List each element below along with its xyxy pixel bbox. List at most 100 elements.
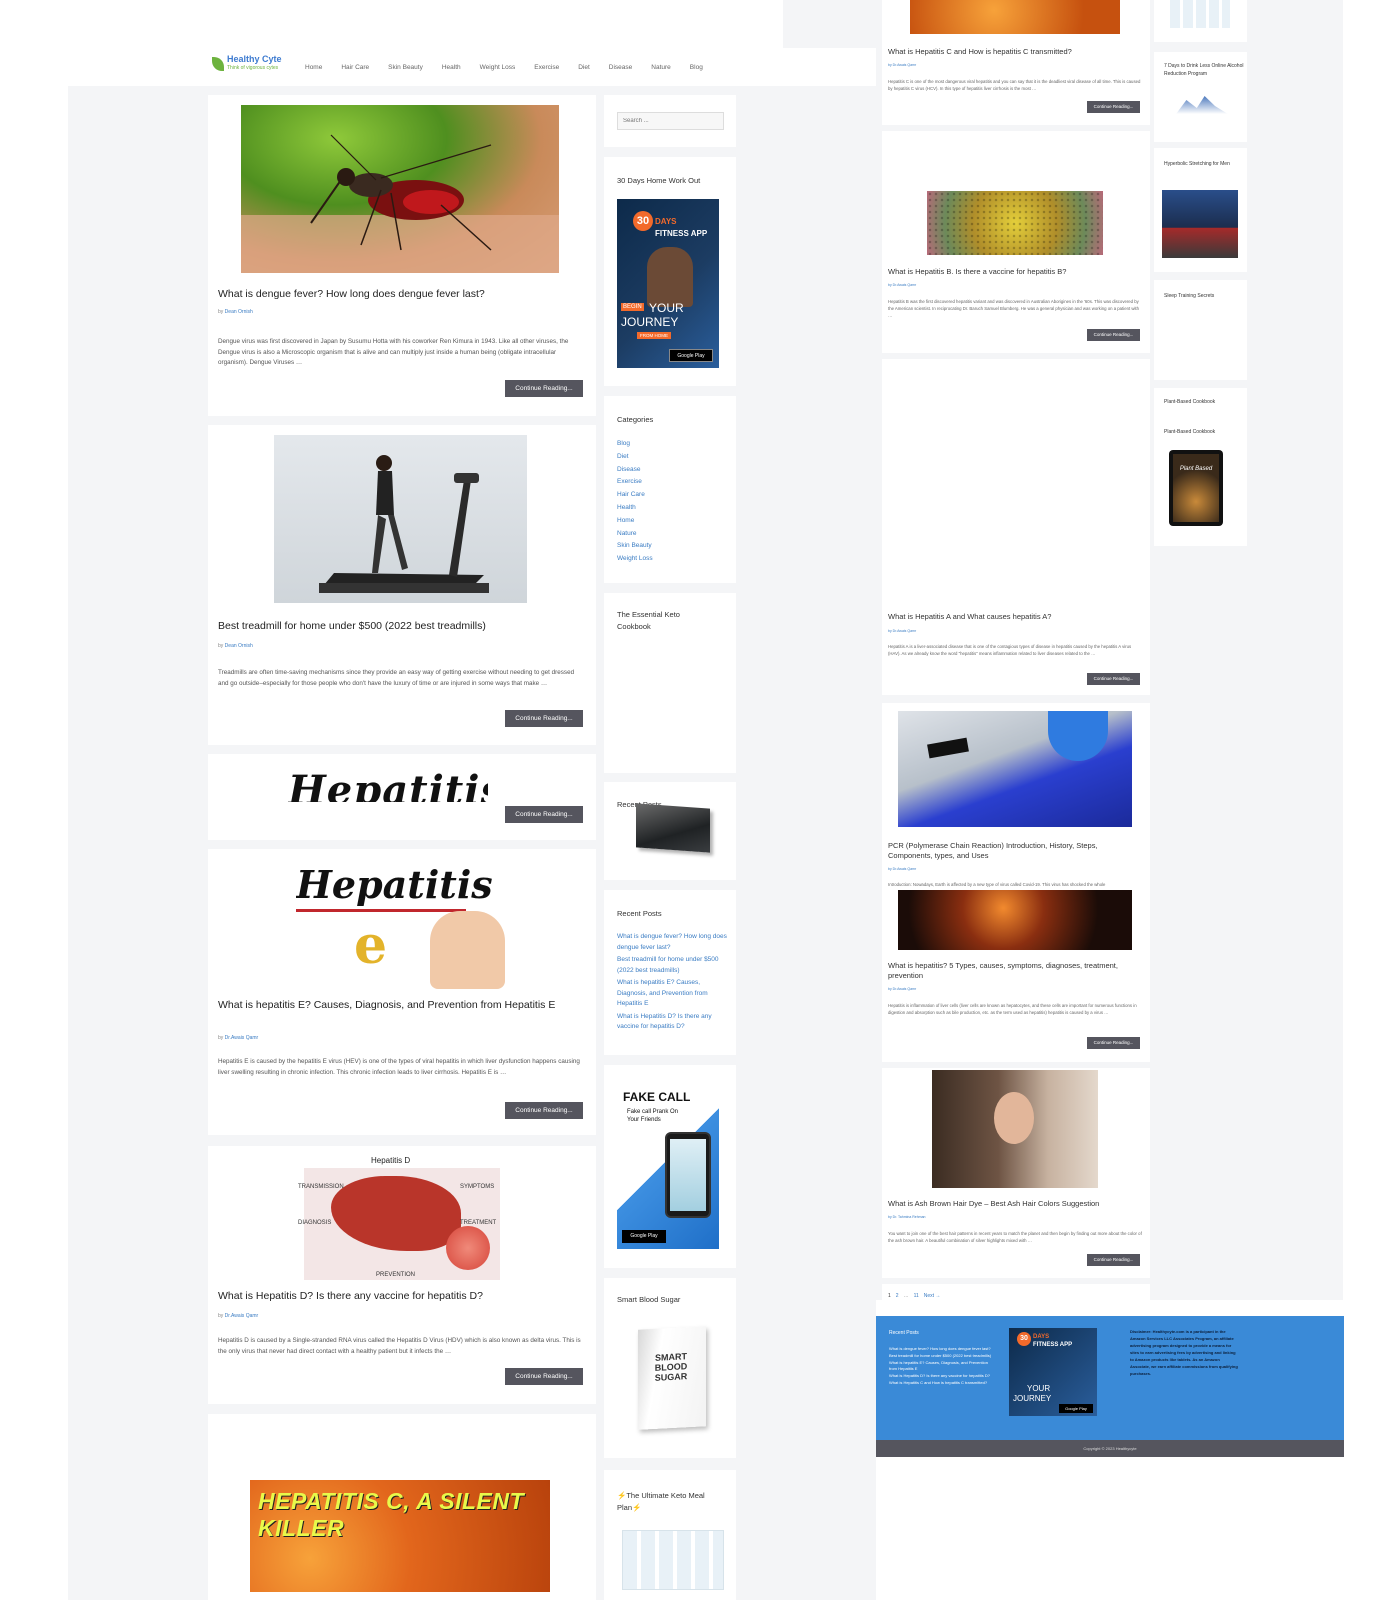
pcr-image[interactable]	[898, 711, 1132, 827]
ash-brown-hair-image[interactable]	[932, 1070, 1098, 1188]
post-title[interactable]: Best treadmill for home under $500 (2022…	[218, 620, 588, 633]
continue-reading-button[interactable]: Continue Reading...	[1087, 1037, 1140, 1049]
category-link[interactable]: Diet	[617, 451, 653, 464]
category-link[interactable]: Exercise	[617, 476, 653, 489]
nav-hair-care[interactable]: Hair Care	[341, 64, 369, 71]
post-title[interactable]: What is Hepatitis C and How is hepatitis…	[888, 47, 1143, 57]
nav-home[interactable]: Home	[305, 64, 322, 71]
nav-disease[interactable]: Disease	[609, 64, 632, 71]
post-title[interactable]: What is Hepatitis A and What causes hepa…	[888, 612, 1143, 622]
fake-call-ad[interactable]: FAKE CALL Fake call Prank On Your Friend…	[617, 1080, 719, 1249]
category-link[interactable]: Home	[617, 515, 653, 528]
continue-reading-button[interactable]: Continue Reading...	[505, 380, 583, 397]
fake-call-title: FAKE CALL	[623, 1090, 691, 1104]
recent-post-link[interactable]: What is dengue fever? How long does deng…	[617, 932, 727, 953]
nav-exercise[interactable]: Exercise	[534, 64, 559, 71]
post-author[interactable]: Dr.Awais Qamr	[225, 1313, 259, 1319]
hepatitis-c-thumb[interactable]	[910, 0, 1120, 34]
nav-health[interactable]: Health	[442, 64, 461, 71]
hepatitis-c-banner-text: HEPATITIS C, A SILENT KILLER	[258, 1488, 525, 1541]
post-title[interactable]: What is hepatitis E? Causes, Diagnosis, …	[218, 999, 588, 1012]
post-byline[interactable]: by Dr.Awais Qamr	[888, 63, 916, 67]
post-byline[interactable]: by Dr.Awais Qamr	[888, 987, 916, 991]
category-link[interactable]: Health	[617, 502, 653, 515]
recent-post-link[interactable]: What is hepatitis E? Causes, Diagnosis, …	[617, 978, 727, 1010]
post-author[interactable]: Dr.Awais Qamr	[225, 1035, 259, 1041]
blood-sugar-book[interactable]: SMART BLOOD SUGAR	[638, 1326, 706, 1430]
widget-title: Hyperbolic Stretching for Men	[1164, 161, 1230, 167]
category-link[interactable]: Disease	[617, 464, 653, 477]
footer-recent-link[interactable]: What is hepatitis E? Causes, Diagnosis, …	[889, 1360, 993, 1372]
category-link[interactable]: Hair Care	[617, 489, 653, 502]
post-author[interactable]: Dean Ornish	[225, 309, 253, 315]
hepatitis-b-image[interactable]	[927, 191, 1103, 255]
post-byline[interactable]: by Dr. Tahmina Rehman	[888, 1215, 925, 1219]
alcohol-program-logo[interactable]	[1176, 96, 1228, 114]
hepatitis-d-image[interactable]: Hepatitis D TRANSMISSION SYMPTOMS DIAGNO…	[296, 1156, 500, 1282]
google-play-badge[interactable]: Google Play	[622, 1230, 666, 1243]
portrait-face	[994, 1092, 1034, 1144]
category-link[interactable]: Weight Loss	[617, 553, 653, 566]
post-author[interactable]: Dean Ornish	[225, 643, 253, 649]
continue-reading-button[interactable]: Continue Reading...	[505, 1368, 583, 1385]
post-title[interactable]: What is Hepatitis D? Is there any vaccin…	[218, 1290, 588, 1303]
footer-recent-link[interactable]: What is Hepatitis C and How is hepatitis…	[889, 1380, 993, 1386]
image-label-title: Hepatitis D	[371, 1156, 411, 1165]
post-card: What is dengue fever? How long does deng…	[208, 95, 596, 416]
plant-cookbook-tablet[interactable]: Plant Based	[1169, 450, 1223, 526]
google-play-badge[interactable]: Google Play	[669, 349, 713, 362]
nav-diet[interactable]: Diet	[578, 64, 590, 71]
treadmill-image[interactable]	[274, 435, 527, 603]
stretch-product-image[interactable]	[1162, 190, 1238, 258]
fitness-app-ad[interactable]: 30 DAYS FITNESS APP BEGIN YOUR JOURNEY F…	[617, 199, 719, 368]
continue-reading-button[interactable]: Continue Reading...	[505, 1102, 583, 1119]
site-logo[interactable]: Healthy Cyte Think of vigorous cytes	[212, 54, 282, 71]
post-title[interactable]: What is Ash Brown Hair Dye – Best Ash Ha…	[888, 1199, 1143, 1209]
fake-call-widget: FAKE CALL Fake call Prank On Your Friend…	[604, 1065, 736, 1268]
continue-reading-button[interactable]: Continue Reading...	[505, 806, 583, 823]
search-input[interactable]	[617, 112, 724, 130]
meal-plan-image[interactable]	[622, 1530, 724, 1590]
hepatitis-c-image[interactable]: HEPATITIS C, A SILENT KILLER	[250, 1480, 550, 1592]
mosquito-image[interactable]	[241, 105, 559, 273]
category-link[interactable]: Nature	[617, 528, 653, 541]
page-link[interactable]: 2	[896, 1293, 899, 1299]
page-next[interactable]: Next →	[924, 1293, 941, 1299]
footer-recent-link[interactable]: What is dengue fever? How long does deng…	[889, 1346, 993, 1352]
recent-posts-list: What is dengue fever? How long does deng…	[617, 932, 727, 1033]
footer-fitness-ad[interactable]: 30 DAYS FITNESS APP YOUR JOURNEY Google …	[1009, 1328, 1097, 1416]
book-image[interactable]	[636, 803, 710, 853]
google-play-badge[interactable]: Google Play	[1059, 1404, 1093, 1413]
nav-nature[interactable]: Nature	[651, 64, 671, 71]
footer-recent-link[interactable]: What is Hepatitis D? Is there any vaccin…	[889, 1373, 993, 1379]
widget-title: Smart Blood Sugar	[617, 1295, 681, 1304]
nav-weight-loss[interactable]: Weight Loss	[480, 64, 516, 71]
category-link[interactable]: Skin Beauty	[617, 540, 653, 553]
ad-begin: BEGIN	[621, 303, 644, 311]
continue-reading-button[interactable]: Continue Reading...	[505, 710, 583, 727]
post-title[interactable]: PCR (Polymerase Chain Reaction) Introduc…	[888, 841, 1143, 861]
post-excerpt: Hepatitis B was the first discovered hep…	[888, 299, 1140, 318]
post-byline[interactable]: by Dr.Awais Qamr	[888, 629, 916, 633]
nav-skin-beauty[interactable]: Skin Beauty	[388, 64, 423, 71]
continue-reading-button[interactable]: Continue Reading...	[1087, 673, 1140, 685]
post-card: Hepatitis D TRANSMISSION SYMPTOMS DIAGNO…	[208, 1146, 596, 1404]
keto-plan-thumb[interactable]	[1170, 0, 1230, 28]
continue-reading-button[interactable]: Continue Reading...	[1087, 1254, 1140, 1266]
post-title[interactable]: What is hepatitis? 5 Types, causes, symp…	[888, 961, 1143, 981]
post-title[interactable]: What is Hepatitis B. Is there a vaccine …	[888, 267, 1143, 277]
hepatitis-image-cropped[interactable]: Hepatitis	[288, 766, 488, 802]
post-byline[interactable]: by Dr.Awais Qamr	[888, 283, 916, 287]
hepatitis-e-image[interactable]: Hepatitis e	[296, 861, 510, 991]
continue-reading-button[interactable]: Continue Reading...	[1087, 329, 1140, 341]
footer-recent-link[interactable]: Best treadmill for home under $500 (2022…	[889, 1353, 993, 1359]
category-link[interactable]: Blog	[617, 438, 653, 451]
page-link[interactable]: 11	[914, 1293, 919, 1299]
post-title[interactable]: What is dengue fever? How long does deng…	[218, 288, 588, 301]
recent-post-link[interactable]: What is Hepatitis D? Is there any vaccin…	[617, 1012, 727, 1033]
recent-post-link[interactable]: Best treadmill for home under $500 (2022…	[617, 955, 727, 976]
hepatitis-image[interactable]	[898, 890, 1132, 950]
post-byline[interactable]: by Dr.Awais Qamr	[888, 867, 916, 871]
nav-blog[interactable]: Blog	[690, 64, 703, 71]
continue-reading-button[interactable]: Continue Reading...	[1087, 101, 1140, 113]
